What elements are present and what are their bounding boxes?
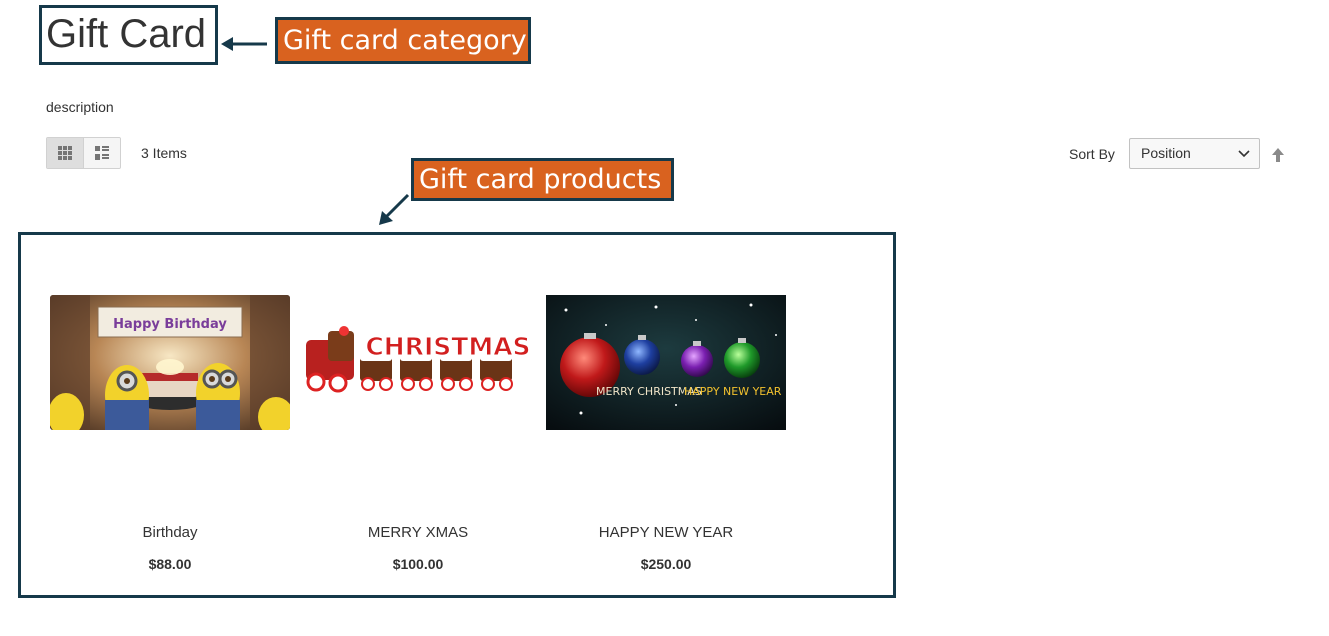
birthday-banner-text: Happy Birthday (113, 317, 227, 332)
product-price: $100.00 (392, 556, 444, 572)
product-image[interactable]: MERRY CHRISTMAS HAPPY NEW YEAR (546, 295, 786, 430)
product-name[interactable]: HAPPY NEW YEAR (546, 524, 786, 542)
new-year-card-image: MERRY CHRISTMAS HAPPY NEW YEAR (546, 295, 786, 430)
grid-icon (57, 146, 72, 160)
page-title: Gift Card (46, 12, 207, 56)
product-name[interactable]: MERRY XMAS (298, 524, 538, 542)
arrow-down-left-icon (379, 193, 410, 225)
product-name[interactable]: Birthday (50, 524, 290, 542)
christmas-train-image: CHRISTMAS (298, 295, 538, 430)
chevron-down-icon (1238, 150, 1250, 158)
products-annotation: Gift card products (411, 158, 674, 201)
christmas-image-text: CHRISTMAS (365, 332, 530, 361)
list-mode-button[interactable] (83, 138, 120, 168)
product-image[interactable]: CHRISTMAS (298, 295, 538, 430)
arrow-up-icon[interactable] (1270, 147, 1286, 163)
view-mode-toggle (46, 137, 121, 169)
list-icon (94, 146, 109, 160)
grid-mode-button[interactable] (47, 138, 84, 168)
toolbar-item-count: 3 Items (141, 145, 187, 161)
birthday-card-image: Happy Birthday (50, 295, 290, 430)
sort-by-label: Sort By (1069, 146, 1115, 162)
category-description: description (46, 99, 114, 115)
arrow-left-icon (221, 37, 267, 51)
category-annotation: Gift card category (275, 17, 531, 64)
happy-new-year-text: HAPPY NEW YEAR (684, 385, 782, 398)
product-price: $250.00 (640, 556, 692, 572)
product-image[interactable]: Happy Birthday (50, 295, 290, 430)
product-price: $88.00 (148, 556, 192, 572)
